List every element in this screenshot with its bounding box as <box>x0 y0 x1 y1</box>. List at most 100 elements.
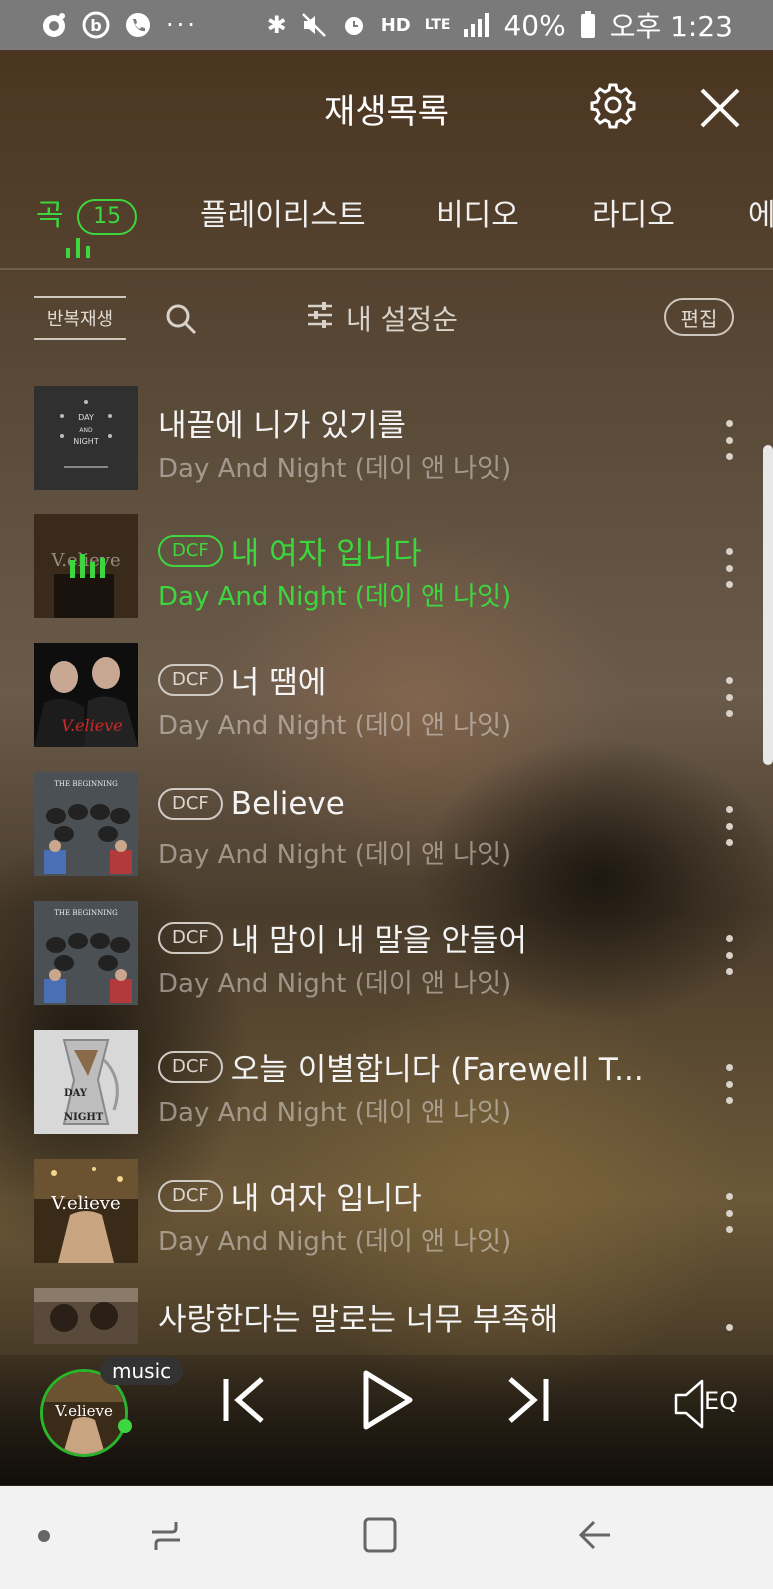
next-track-icon[interactable] <box>504 1375 550 1429</box>
home-icon[interactable] <box>362 1516 398 1558</box>
svg-text:NIGHT: NIGHT <box>64 1112 104 1123</box>
playing-indicator-dot <box>118 1419 132 1433</box>
tab-radio[interactable]: 라디오 <box>592 190 675 234</box>
play-icon[interactable] <box>360 1367 416 1437</box>
tab-playlist[interactable]: 플레이리스트 <box>200 190 366 234</box>
more-options-icon[interactable] <box>726 806 734 846</box>
eq-label: EQ <box>704 1387 739 1415</box>
dcf-badge: DCF <box>158 534 223 567</box>
svg-text:b: b <box>90 16 101 35</box>
album-art: DAY NIGHT <box>34 1030 138 1134</box>
album-text: NIGHT <box>73 437 99 446</box>
song-row[interactable]: V.elieve DCF 너 땜에 Day And Night (데이 앤 나잇) <box>0 643 760 771</box>
status-bar: b ··· ✱ HD LTE 40% 오후 1:23 <box>0 0 773 50</box>
call-icon <box>124 11 152 39</box>
system-nav-bar <box>0 1486 773 1589</box>
mini-player: V.elieve music EQ <box>0 1355 773 1485</box>
dcf-badge: DCF <box>158 921 223 954</box>
now-playing-bars-icon <box>66 236 90 258</box>
song-artist: Day And Night (데이 앤 나잇) <box>158 1098 512 1128</box>
tab-video[interactable]: 비디오 <box>436 190 519 234</box>
bluetooth-icon: ✱ <box>266 11 287 39</box>
hd-voice-icon: HD <box>380 14 411 36</box>
scrollbar[interactable] <box>763 445 773 765</box>
sort-sliders-icon <box>306 301 334 336</box>
battery-icon <box>580 11 596 39</box>
back-icon[interactable] <box>576 1516 614 1558</box>
tab-songs-label: 곡 <box>36 198 64 233</box>
tab-songs[interactable]: 곡 15 <box>36 190 138 235</box>
song-artist: Day And Night (데이 앤 나잇) <box>158 711 512 741</box>
music-badge: music <box>100 1357 184 1385</box>
settings-gear-icon[interactable] <box>588 80 638 130</box>
album-text: AND <box>79 427 93 434</box>
mute-icon <box>301 12 327 38</box>
song-artist: Day And Night (데이 앤 나잇) <box>158 1227 512 1257</box>
song-artist: Day And Night (데이 앤 나잇) <box>158 840 512 870</box>
more-options-icon[interactable] <box>726 420 734 460</box>
alarm-icon <box>341 12 367 38</box>
album-art: DAY AND NIGHT <box>34 386 138 490</box>
sort-label: 내 설정순 <box>346 303 458 336</box>
search-icon[interactable] <box>164 302 198 336</box>
song-row[interactable]: V.elieve DCF 내 여자 입니다 Day And Night (데이 앤… <box>0 514 760 642</box>
album-art: THE BEGINNING <box>34 901 138 1005</box>
album-art: V.elieve <box>34 643 138 747</box>
song-row[interactable]: THE BEGINNING DCF Believe Day And Night (… <box>0 772 760 900</box>
disc-text: V.elieve <box>54 1402 113 1420</box>
song-row[interactable]: THE BEGINNING DCF 내 맘이 내 말을 안들어 Day And N… <box>0 901 760 1029</box>
song-title: 내끝에 니가 있기를 <box>158 408 406 444</box>
svg-text:V.elieve: V.elieve <box>61 716 123 735</box>
clock: 오후 1:23 <box>609 10 733 43</box>
tab-more[interactable]: 에 <box>748 190 773 234</box>
song-title: DCF 오늘 이별합니다 (Farewell T... <box>158 1044 644 1089</box>
song-title: DCF 내 여자 입니다 <box>158 1173 422 1218</box>
more-options-icon[interactable] <box>726 548 734 588</box>
sort-button[interactable]: 내 설정순 <box>306 298 458 338</box>
recent-apps-icon[interactable] <box>148 1518 184 1558</box>
page-title: 재생목록 <box>323 92 450 132</box>
song-count-badge: 15 <box>77 198 138 235</box>
svg-text:V.elieve: V.elieve <box>50 1193 120 1214</box>
lte-icon: LTE <box>424 17 451 33</box>
song-title: DCF 내 여자 입니다 <box>158 528 422 573</box>
song-artist: Day And Night (데이 앤 나잇) <box>158 582 512 612</box>
song-title: 사랑한다는 말로는 너무 부족해 <box>158 1302 559 1338</box>
dcf-badge: DCF <box>158 788 223 820</box>
edit-button[interactable]: 편집 <box>664 298 734 336</box>
album-text: V.elieve <box>50 550 120 571</box>
album-text: THE BEGINNING <box>54 780 118 788</box>
more-options-icon[interactable] <box>726 1324 734 1355</box>
app-notification-icon <box>40 11 68 39</box>
dcf-badge: DCF <box>158 1050 223 1083</box>
repeat-button[interactable]: 반복재생 <box>34 296 126 340</box>
previous-track-icon[interactable] <box>222 1375 268 1429</box>
song-artist: Day And Night (데이 앤 나잇) <box>158 969 512 999</box>
album-art: V.elieve <box>34 514 138 618</box>
more-notifications-icon: ··· <box>166 11 198 39</box>
more-options-icon[interactable] <box>726 1064 734 1104</box>
song-row[interactable]: DAY AND NIGHT 내끝에 니가 있기를 Day And Night (… <box>0 386 760 514</box>
close-icon[interactable] <box>696 84 744 132</box>
song-row[interactable]: 사랑한다는 말로는 너무 부족해 <box>0 1288 760 1355</box>
song-title: DCF Believe <box>158 786 345 822</box>
album-text: DAY <box>78 413 94 422</box>
b-app-icon: b <box>82 11 110 39</box>
svg-text:DAY: DAY <box>64 1088 88 1099</box>
album-art: V.elieve <box>34 1159 138 1263</box>
signal-icon <box>464 13 490 37</box>
song-row[interactable]: DAY NIGHT DCF 오늘 이별합니다 (Farewell T... Day… <box>0 1030 760 1158</box>
dcf-badge: DCF <box>158 1179 223 1212</box>
song-row[interactable]: V.elieve DCF 내 여자 입니다 Day And Night (데이 앤… <box>0 1159 760 1287</box>
equalizer-button[interactable]: EQ <box>672 1377 742 1431</box>
more-options-icon[interactable] <box>726 935 734 975</box>
album-art <box>34 1288 138 1344</box>
list-toolbar: 반복재생 내 설정순 편집 <box>0 290 773 350</box>
song-title: DCF 너 땜에 <box>158 657 326 702</box>
dcf-badge: DCF <box>158 663 223 696</box>
more-options-icon[interactable] <box>726 1193 734 1233</box>
more-options-icon[interactable] <box>726 677 734 717</box>
tab-divider <box>0 268 773 270</box>
album-text: THE BEGINNING <box>54 909 118 917</box>
tab-bar: 곡 15 플레이리스트 비디오 라디오 에 <box>0 180 773 268</box>
